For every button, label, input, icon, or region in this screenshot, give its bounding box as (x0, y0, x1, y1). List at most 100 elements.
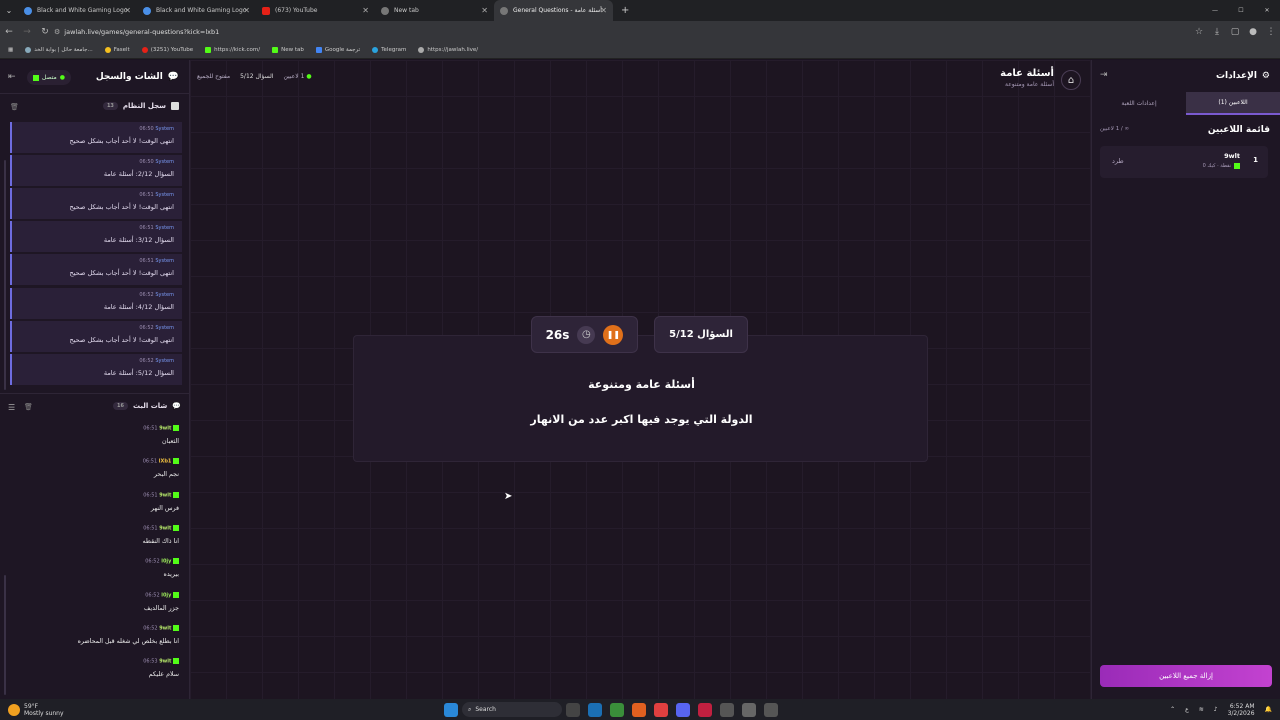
time: 06:51 (139, 192, 154, 198)
close-icon[interactable]: ✕ (124, 6, 131, 15)
taskbar-search[interactable]: ⌕ Search (462, 702, 562, 717)
kick-icon (173, 592, 179, 598)
extensions-icon[interactable]: ▢ (1226, 27, 1244, 37)
wifi-icon[interactable]: ≋ (1199, 706, 1204, 713)
message-text: نجم البحر (153, 470, 179, 478)
close-icon[interactable]: ✕ (481, 6, 488, 15)
trash-icon[interactable]: 🗑 (10, 103, 19, 111)
username[interactable]: 9wlt (159, 659, 171, 665)
notification-icon[interactable]: 🔔 (1265, 706, 1272, 713)
tab-label: Black and White Gaming Logo (37, 7, 128, 14)
message-text: السؤال 2/12: أسئلة عامة (103, 170, 174, 178)
bookmark[interactable]: Google ترجمة (315, 47, 360, 53)
time: 06:51 (139, 225, 154, 231)
pause-button[interactable]: ❚❚ (603, 324, 624, 345)
avatar[interactable]: ● (1244, 27, 1262, 37)
settings-title: الإعدادات (1215, 71, 1257, 81)
chrome-icon[interactable] (610, 702, 624, 717)
browser-tab[interactable]: Black and White Gaming Logo ✕ (18, 0, 137, 21)
filter-icon[interactable]: ☰ (8, 403, 15, 412)
sender: System (155, 292, 174, 298)
bookmark[interactable]: Faselt (104, 47, 130, 53)
close-icon[interactable]: ✕ (243, 6, 250, 15)
forward-icon[interactable]: → (18, 27, 36, 37)
stream-chat-header[interactable]: 💬 شات البث 16 (113, 402, 181, 410)
globe-icon (25, 47, 32, 53)
star-icon[interactable]: ☆ (1190, 27, 1208, 37)
weather-widget[interactable]: 59°F Mostly sunny (0, 703, 440, 717)
back-icon[interactable]: ← (0, 27, 18, 37)
tray-chevron-icon[interactable]: ⌃ (1170, 706, 1175, 713)
minimize-icon[interactable]: — (1202, 7, 1228, 14)
player-meta: 0 نقطة · كيك (1203, 163, 1240, 169)
browser-tab[interactable]: (673) YouTube ✕ (256, 0, 375, 21)
time: 06:51 (139, 258, 154, 264)
reload-icon[interactable]: ↻ (36, 27, 54, 37)
username[interactable]: l0jy (161, 593, 171, 599)
close-icon[interactable]: ✕ (362, 6, 369, 15)
tab-menu-icon[interactable]: ⌄ (0, 6, 18, 15)
trash-icon[interactable]: 🗑 (24, 403, 33, 411)
kick-player-button[interactable]: طرد (1112, 157, 1124, 165)
username[interactable]: l0jy (161, 559, 171, 565)
scrollbar[interactable] (4, 160, 6, 390)
username[interactable]: 9wlt (159, 626, 171, 632)
bookmark[interactable]: Telegram (372, 47, 406, 53)
menu-icon[interactable]: ⋮ (1262, 27, 1280, 37)
windows-start-icon[interactable] (444, 702, 458, 717)
apps-icon[interactable]: ▦ (8, 47, 13, 53)
firefox-icon[interactable] (632, 702, 646, 717)
collapse-panel-icon[interactable]: ⇥ (1100, 70, 1108, 80)
site-info-icon[interactable]: ⚙ (54, 28, 60, 36)
home-button[interactable]: ⌂ (1061, 70, 1081, 90)
bookmark[interactable]: جامعة حائل | بوابة الخد... (25, 47, 93, 53)
kick-icon (272, 47, 279, 53)
close-window-icon[interactable]: ✕ (1254, 7, 1280, 14)
time: 06:52 (143, 625, 158, 632)
username[interactable]: 9wlt (159, 493, 171, 499)
tab-players[interactable]: اللاعبين (1) (1186, 92, 1280, 115)
language-indicator[interactable]: ع (1185, 706, 1189, 713)
settings-tabs: إعدادات اللعبة اللاعبين (1) (1092, 92, 1280, 115)
keyboard-icon[interactable] (720, 702, 734, 717)
time: 06:51 (143, 525, 158, 532)
username[interactable]: lXb1 (159, 459, 172, 465)
browser-tab-active[interactable]: General Questions - أسئلة عامة ✕ (494, 0, 613, 21)
browser-tab[interactable]: Black and White Gaming Logo ✕ (137, 0, 256, 21)
kick-icon (1234, 163, 1240, 169)
kick-icon (173, 658, 179, 664)
username[interactable]: 9wlt (159, 526, 171, 532)
close-icon[interactable]: ✕ (600, 6, 607, 15)
volume-icon[interactable]: ♪ (1214, 706, 1218, 713)
message-text: سلام عليكم (148, 670, 179, 678)
collapse-panel-icon[interactable]: ⇤ (8, 72, 16, 82)
message-text: السؤال 3/12: أسئلة عامة (103, 236, 174, 244)
app-icon[interactable] (764, 702, 778, 717)
kick-icon (173, 558, 179, 564)
download-icon[interactable]: ⤓ (1208, 27, 1226, 37)
search-label: Search (475, 706, 496, 713)
bookmark[interactable]: https://kick.com/ (205, 47, 260, 53)
app-icon[interactable] (654, 702, 668, 717)
discord-icon[interactable] (676, 702, 690, 717)
system-log-header[interactable]: سجل النظام 13 (102, 102, 179, 110)
settings-icon[interactable] (742, 702, 756, 717)
tab-game-settings[interactable]: إعدادات اللعبة (1092, 92, 1186, 115)
maximize-icon[interactable]: ☐ (1228, 7, 1254, 14)
app-icon[interactable] (698, 702, 712, 717)
steam-icon[interactable] (588, 702, 602, 717)
username[interactable]: 9wlt (159, 426, 171, 432)
panel-title-text: الشات والسجل (95, 72, 163, 82)
bookmark[interactable]: (3251) YouTube (141, 47, 193, 53)
taskbar-clock[interactable]: 6:52 AM 3/2/2026 (1228, 703, 1255, 717)
time: 06:53 (143, 658, 158, 665)
bookmark[interactable]: New tab (272, 47, 304, 53)
url-field[interactable]: jawlah.live/games/general-questions?kick… (64, 28, 219, 36)
bookmark[interactable]: https://jawlah.live/ (418, 47, 478, 53)
system-message: 06:52 System السؤال 5/12: أسئلة عامة (10, 354, 182, 385)
browser-tab[interactable]: New tab ✕ (375, 0, 494, 21)
remove-all-players-button[interactable]: إزالة جميع اللاعبين (1100, 665, 1272, 687)
task-view-icon[interactable] (566, 702, 580, 717)
chat-message: 06:51 9wlt فرس النهر (4, 492, 179, 522)
new-tab-icon[interactable]: + (621, 5, 629, 16)
